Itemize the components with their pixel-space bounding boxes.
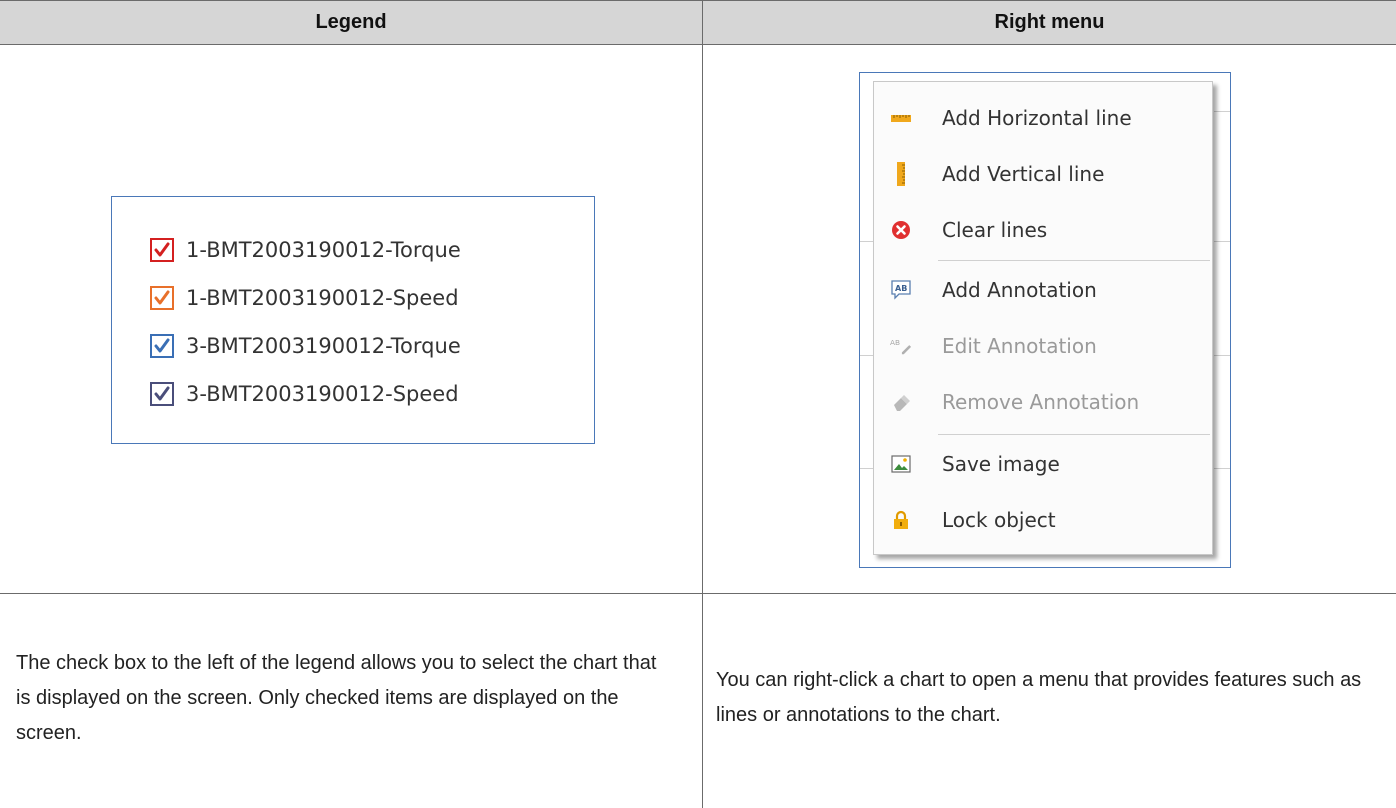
checkmark-icon: [154, 386, 170, 401]
annotation-add-icon: AB: [890, 279, 912, 301]
header-right-menu: Right menu: [994, 11, 1105, 33]
menu-label: Edit Annotation: [942, 334, 1097, 358]
background-gridline: [1214, 355, 1230, 356]
column-divider: [702, 1, 703, 808]
svg-text:AB: AB: [890, 338, 900, 347]
menu-label: Add Annotation: [942, 278, 1097, 302]
checkmark-icon: [154, 242, 170, 257]
legend-item[interactable]: 1-BMT2003190012-Speed: [150, 283, 459, 313]
horizontal-ruler-icon: [890, 107, 912, 129]
menu-item-lock-object[interactable]: Lock object: [874, 500, 1212, 540]
menu-label: Remove Annotation: [942, 390, 1140, 414]
menu-separator: [938, 434, 1210, 435]
menu-label: Add Vertical line: [942, 162, 1105, 186]
legend-label: 1-BMT2003190012-Torque: [186, 238, 461, 262]
right-menu-description: You can right-click a chart to open a me…: [716, 669, 1362, 726]
background-gridline: [1214, 468, 1230, 469]
legend-item[interactable]: 3-BMT2003190012-Speed: [150, 379, 459, 409]
image-icon: [890, 453, 912, 475]
legend-checkbox[interactable]: [150, 382, 174, 406]
legend-checkbox[interactable]: [150, 334, 174, 358]
menu-item-clear-lines[interactable]: Clear lines: [874, 210, 1212, 250]
legend-item[interactable]: 3-BMT2003190012-Torque: [150, 331, 461, 361]
legend-label: 3-BMT2003190012-Speed: [186, 382, 459, 406]
background-gridline: [860, 355, 874, 356]
legend-panel: 1-BMT2003190012-Torque 1-BMT2003190012-S…: [111, 196, 595, 444]
background-gridline: [1214, 241, 1230, 242]
legend-item[interactable]: 1-BMT2003190012-Torque: [150, 235, 461, 265]
svg-text:AB: AB: [895, 284, 907, 293]
menu-label: Lock object: [942, 508, 1056, 532]
menu-item-edit-annotation[interactable]: AB Edit Annotation: [874, 326, 1212, 366]
eraser-icon: [890, 391, 912, 413]
lock-icon: [890, 509, 912, 531]
clear-circle-icon: [890, 219, 912, 241]
legend-label: 1-BMT2003190012-Speed: [186, 286, 459, 310]
menu-separator: [938, 260, 1210, 261]
annotation-edit-icon: AB: [890, 335, 912, 357]
menu-label: Clear lines: [942, 218, 1048, 242]
checkmark-icon: [154, 290, 170, 305]
background-gridline: [1214, 111, 1230, 112]
context-menu-frame: Add Horizontal line Add Vertical line Cl…: [859, 72, 1231, 568]
vertical-ruler-icon: [890, 162, 912, 186]
context-menu: Add Horizontal line Add Vertical line Cl…: [873, 81, 1213, 555]
row-divider: [0, 593, 1396, 594]
menu-item-save-image[interactable]: Save image: [874, 444, 1212, 484]
legend-checkbox[interactable]: [150, 286, 174, 310]
menu-label: Add Horizontal line: [942, 106, 1132, 130]
menu-item-add-annotation[interactable]: AB Add Annotation: [874, 270, 1212, 310]
table-header-row: Legend Right menu: [0, 1, 1396, 45]
menu-item-add-vertical-line[interactable]: Add Vertical line: [874, 154, 1212, 194]
header-legend: Legend: [315, 11, 387, 33]
menu-item-remove-annotation[interactable]: Remove Annotation: [874, 382, 1212, 422]
background-gridline: [860, 241, 874, 242]
menu-item-add-horizontal-line[interactable]: Add Horizontal line: [874, 98, 1212, 138]
legend-description: The check box to the left of the legend …: [16, 652, 657, 744]
legend-label: 3-BMT2003190012-Torque: [186, 334, 461, 358]
checkmark-icon: [154, 338, 170, 353]
background-gridline: [860, 468, 874, 469]
menu-label: Save image: [942, 452, 1060, 476]
document-table: Legend Right menu 1-BMT2003190012-Torque…: [0, 0, 1396, 808]
legend-checkbox[interactable]: [150, 238, 174, 262]
